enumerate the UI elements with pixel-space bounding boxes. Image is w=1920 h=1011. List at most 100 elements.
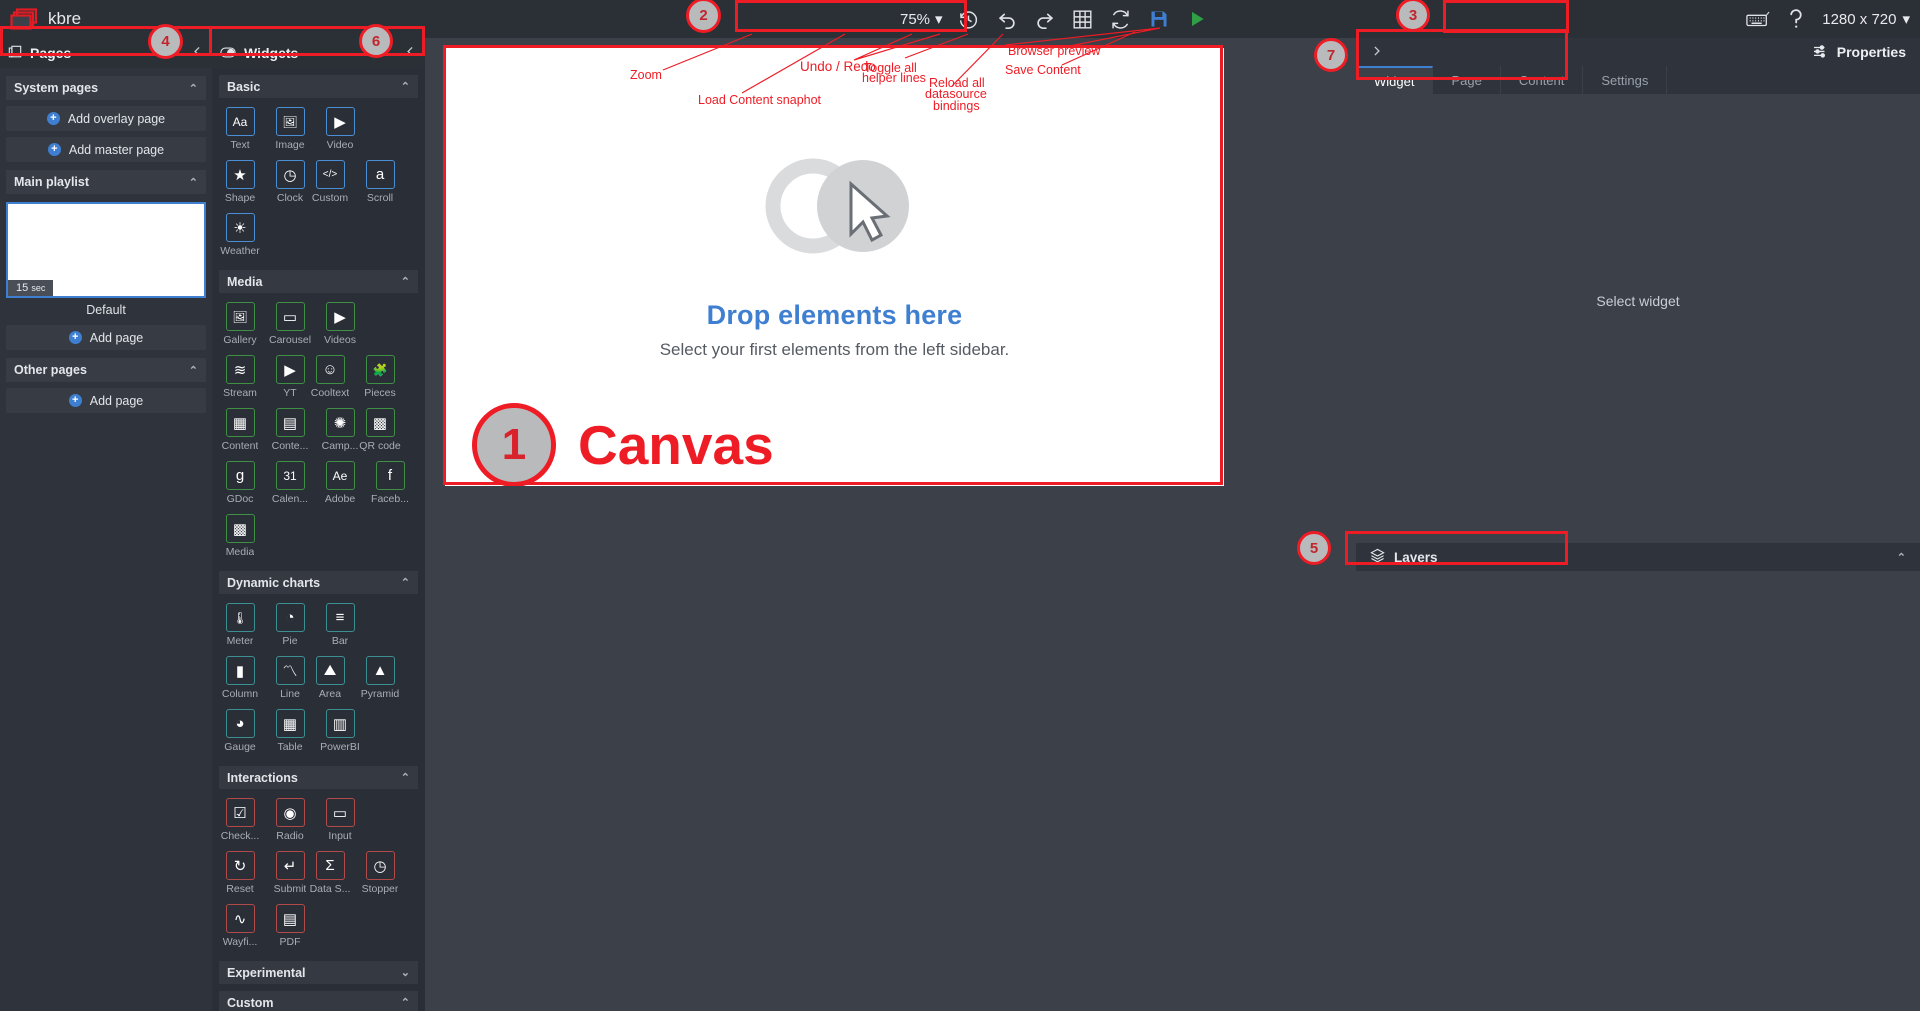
add-page-other-button[interactable]: + Add page xyxy=(6,388,206,413)
widget-item-weather[interactable]: ☀ Weather xyxy=(220,213,260,257)
widget-item-image[interactable]: 🖼 Image xyxy=(270,107,310,151)
widget-item-submit[interactable]: ↵ Submit xyxy=(270,851,310,895)
widget-item-label: Shape xyxy=(224,192,256,204)
redo-button[interactable] xyxy=(1033,7,1057,31)
widget-item-cooltext[interactable]: ☺ Cooltext xyxy=(310,355,350,399)
page-duration-value: 15 xyxy=(16,282,29,294)
widget-item-wayfi[interactable]: ∿ Wayfi... xyxy=(220,904,260,948)
widget-item-area[interactable]: ⛰ Area xyxy=(310,656,350,700)
widget-item-shape[interactable]: ★ Shape xyxy=(220,160,260,204)
widget-grid: 🌡 Meter ◔ Pie ≡ Bar ▮ Column 〽 Line ⛰ Area ▲ Pyramid ◕… xyxy=(212,594,425,759)
widget-item-label: Adobe xyxy=(324,493,356,505)
section-main-playlist-label: Main playlist xyxy=(14,175,90,189)
undo-button[interactable] xyxy=(995,7,1019,31)
browser-preview-button[interactable] xyxy=(1185,7,1209,31)
stream-wifi-icon: ≋ xyxy=(225,355,255,384)
widget-item-custom[interactable]: </> Custom xyxy=(310,160,350,204)
widget-item-gdoc[interactable]: g GDoc xyxy=(220,461,260,505)
layers-panel-header[interactable]: Layers ⌃ xyxy=(1356,543,1920,571)
widget-item-faceb[interactable]: f Faceb... xyxy=(370,461,410,505)
widget-item-reset[interactable]: ↻ Reset xyxy=(220,851,260,895)
widget-category-custom[interactable]: Custom ⌃ xyxy=(219,991,418,1011)
add-page-main-button[interactable]: + Add page xyxy=(6,325,206,350)
toggle-helper-lines-button[interactable] xyxy=(1071,7,1095,31)
add-overlay-page-button[interactable]: + Add overlay page xyxy=(6,106,206,131)
resolution-selector[interactable]: 1280 x 720 ▾ xyxy=(1822,10,1910,29)
help-question-icon[interactable] xyxy=(1788,8,1804,30)
widgets-collapse-icon[interactable] xyxy=(404,45,417,61)
annotation-marker-1: 1 xyxy=(472,403,556,486)
widget-item-radio[interactable]: ◉ Radio xyxy=(270,798,310,842)
widget-category-dynamic-charts[interactable]: Dynamic charts ⌃ xyxy=(219,571,418,594)
widget-item-video[interactable]: ▶ Video xyxy=(320,107,360,151)
widget-category-interactions[interactable]: Interactions ⌃ xyxy=(219,766,418,789)
widget-item-adobe[interactable]: Ae Adobe xyxy=(320,461,360,505)
widget-item-clock[interactable]: ◷ Clock xyxy=(270,160,310,204)
widget-item-media[interactable]: ▩ Media xyxy=(220,514,260,558)
widget-category-label: Experimental xyxy=(227,965,306,980)
widget-item-content[interactable]: ▦ Content xyxy=(220,408,260,452)
widget-item-stopper[interactable]: ◷ Stopper xyxy=(360,851,400,895)
widget-item-stream[interactable]: ≋ Stream xyxy=(220,355,260,399)
zoom-selector[interactable]: 75% ▾ xyxy=(900,10,943,29)
widget-item-qrcode[interactable]: ▩ QR code xyxy=(359,408,401,452)
widget-item-pdf[interactable]: ▤ PDF xyxy=(270,904,310,948)
tab-settings[interactable]: Settings xyxy=(1583,66,1668,94)
widget-item-powerbi[interactable]: ▥ PowerBI xyxy=(320,709,360,753)
section-other-pages[interactable]: Other pages ⌃ xyxy=(6,358,206,382)
page-thumbnail[interactable]: 15 sec xyxy=(6,202,206,298)
carousel-icon: ▭ xyxy=(275,302,305,331)
load-content-snapshot-button[interactable] xyxy=(957,7,981,31)
facebook-icon: f xyxy=(375,461,405,490)
save-content-button[interactable] xyxy=(1147,7,1171,31)
tab-content[interactable]: Content xyxy=(1501,66,1584,94)
widget-item-scroll[interactable]: a Scroll xyxy=(360,160,400,204)
widget-item-label: QR code xyxy=(359,440,401,452)
widget-item-videos[interactable]: ▶ Videos xyxy=(320,302,360,346)
section-system-pages[interactable]: System pages ⌃ xyxy=(6,76,206,100)
widget-item-pieces[interactable]: 🧩 Pieces xyxy=(360,355,400,399)
pages-panel: Pages System pages ⌃ + Add overlay page … xyxy=(0,38,212,1011)
widget-category-media[interactable]: Media ⌃ xyxy=(219,270,418,293)
tab-page[interactable]: Page xyxy=(1433,66,1501,94)
widget-item-column[interactable]: ▮ Column xyxy=(220,656,260,700)
widget-item-label: Calen... xyxy=(271,493,309,505)
section-main-playlist[interactable]: Main playlist ⌃ xyxy=(6,170,206,194)
zoom-value: 75% xyxy=(900,10,931,28)
properties-expand-icon[interactable] xyxy=(1370,44,1383,61)
canvas-surface[interactable]: Drop elements here Select your first ele… xyxy=(445,48,1224,486)
widget-item-table[interactable]: ▦ Table xyxy=(270,709,310,753)
add-master-page-button[interactable]: + Add master page xyxy=(6,137,206,162)
widget-item-line[interactable]: 〽 Line xyxy=(270,656,310,700)
section-other-pages-label: Other pages xyxy=(14,363,87,377)
widget-category-basic[interactable]: Basic ⌃ xyxy=(219,75,418,98)
widget-item-label: Carousel xyxy=(269,334,311,346)
widget-item-pie[interactable]: ◔ Pie xyxy=(270,603,310,647)
widget-item-input[interactable]: ▭ Input xyxy=(320,798,360,842)
chevron-down-icon: ▾ xyxy=(935,11,943,28)
widget-item-text[interactable]: Aa Text xyxy=(220,107,260,151)
widget-item-carousel[interactable]: ▭ Carousel xyxy=(269,302,311,346)
properties-panel-title: Properties xyxy=(1836,44,1906,60)
widget-item-calen[interactable]: 31 Calen... xyxy=(270,461,310,505)
widget-item-conte[interactable]: ▤ Conte... xyxy=(270,408,310,452)
tab-widget[interactable]: Widget xyxy=(1356,66,1434,94)
keyboard-icon[interactable] xyxy=(1746,10,1770,28)
widget-item-gauge[interactable]: ◕ Gauge xyxy=(220,709,260,753)
widget-item-label: Content xyxy=(221,440,259,452)
widget-item-pyramid[interactable]: ▲ Pyramid xyxy=(360,656,400,700)
reload-datasource-bindings-button[interactable] xyxy=(1109,7,1133,31)
widget-item-meter[interactable]: 🌡 Meter xyxy=(220,603,260,647)
widget-item-check[interactable]: ☑ Check... xyxy=(220,798,260,842)
pages-collapse-icon[interactable] xyxy=(191,45,204,61)
wayfinding-icon: ∿ xyxy=(225,904,255,933)
widget-item-gallery[interactable]: 🖼 Gallery xyxy=(220,302,260,346)
image-icon: 🖼 xyxy=(275,107,305,136)
widget-item-yt[interactable]: ▶ YT xyxy=(270,355,310,399)
widget-item-camp[interactable]: ✺ Camp... xyxy=(320,408,360,452)
chevron-up-icon: ⌃ xyxy=(400,772,410,784)
widget-item-datas[interactable]: Σ Data S... xyxy=(310,851,350,895)
widget-category-experimental[interactable]: Experimental ⌄ xyxy=(219,961,418,984)
widget-item-bar[interactable]: ≡ Bar xyxy=(320,603,360,647)
widget-item-label: Table xyxy=(277,741,303,753)
